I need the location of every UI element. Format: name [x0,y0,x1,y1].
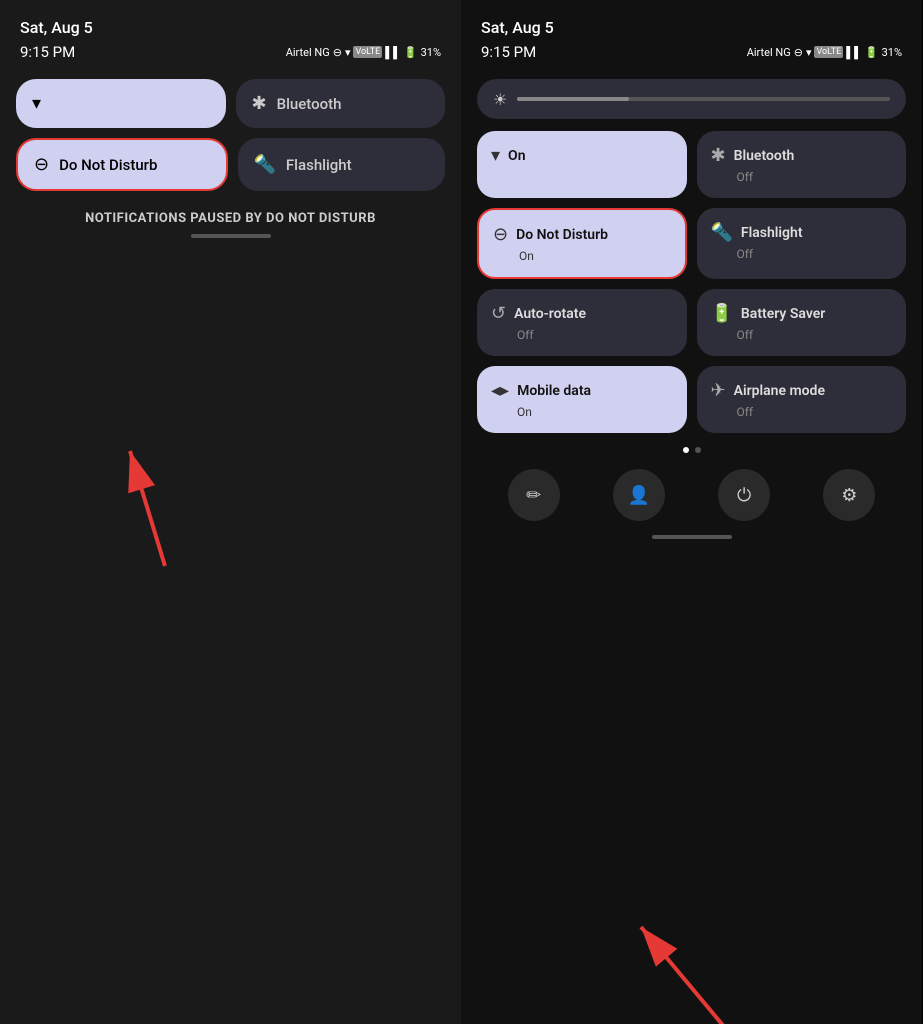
status-icons-left: Airtel NG ⊖ ▾ VoLTE ▌▌ 🔋 31% [286,46,441,59]
flashlight-tile-right[interactable]: 🔦 Flashlight Off [697,208,907,279]
settings-button[interactable]: ⚙ [823,469,875,521]
wifi-icon-r: ▾ [806,46,812,59]
user-button[interactable]: 👤 [613,469,665,521]
tiles-area-left: ▾ ✱ Bluetooth ⊖ Do Not Disturb 🔦 Flashli… [0,69,461,191]
bars-icon-r: ▌▌ [846,46,862,59]
battery-icon-left: 🔋 [404,46,418,59]
dnd-name-right: Do Not Disturb [516,227,608,243]
left-phone-panel: Sat, Aug 5 9:15 PM Airtel NG ⊖ ▾ VoLTE ▌… [0,0,461,1024]
battery-pct-right: 31% [882,46,902,59]
home-indicator-left [191,234,271,238]
mobile-data-icon-tile: ◂▸ [491,380,509,401]
wifi-tile-right[interactable]: ▾ On [477,131,687,198]
page-dots [461,447,922,453]
bars-icon: ▌▌ [385,46,401,59]
dnd-icon-left: ⊖ [34,154,49,175]
battery-pct-left: 31% [421,46,441,59]
signal-icon: ⊖ [333,46,342,59]
user-icon: 👤 [628,485,650,506]
brightness-track [517,97,890,101]
autorotate-tile-right[interactable]: ↺ Auto-rotate Off [477,289,687,356]
carrier-right: Airtel NG [747,46,791,59]
notifications-paused-text: NOTIFICATIONS PAUSED BY DO NOT DISTURB [0,211,461,226]
bluetooth-tile-right[interactable]: ✱ Bluetooth Off [697,131,907,198]
time-row-left: 9:15 PM Airtel NG ⊖ ▾ VoLTE ▌▌ 🔋 31% [0,41,461,69]
edit-button[interactable]: ✏ [508,469,560,521]
dnd-icon-tile: ⊖ [493,224,508,245]
battery-saver-status-right: Off [711,328,893,342]
volte-icon: VoLTE [353,46,382,58]
edit-icon: ✏ [526,485,541,506]
flashlight-name-right: Flashlight [741,225,803,241]
brightness-fill [517,97,629,101]
status-bar-right: Sat, Aug 5 [461,0,922,41]
volte-icon-r: VoLTE [814,46,843,58]
battery-saver-name-right: Battery Saver [741,306,825,322]
flashlight-status-right: Off [711,247,893,261]
wifi-name-right: On [508,148,525,164]
brightness-bar[interactable]: ☀ [477,79,906,119]
brightness-bar-container: ☀ [461,69,922,125]
date-left: Sat, Aug 5 [20,18,93,37]
bluetooth-name-right: Bluetooth [734,148,795,164]
airplane-status-right: Off [711,405,893,419]
dnd-tile-left[interactable]: ⊖ Do Not Disturb [16,138,228,191]
flashlight-icon-tile: 🔦 [711,222,733,243]
flashlight-tile-left[interactable]: 🔦 Flashlight [238,138,446,191]
power-button[interactable]: ⏻ [718,469,770,521]
right-phone-panel: Sat, Aug 5 9:15 PM Airtel NG ⊖ ▾ VoLTE ▌… [461,0,922,1024]
mobile-data-tile-right[interactable]: ◂▸ Mobile data On [477,366,687,433]
bluetooth-tile-left[interactable]: ✱ Bluetooth [236,79,446,128]
wifi-icon-status: ▾ [345,46,351,59]
wifi-tile-icon-left: ▾ [32,93,41,114]
bluetooth-label-left: Bluetooth [277,95,342,113]
mobile-data-name-right: Mobile data [517,383,591,399]
power-icon: ⏻ [737,485,751,506]
bottom-icons-row: ✏ 👤 ⏻ ⚙ [461,463,922,527]
wifi-tile-left[interactable]: ▾ [16,79,226,128]
arrow-left [0,226,461,1024]
dnd-label-left: Do Not Disturb [59,156,157,174]
airplane-tile-right[interactable]: ✈ Airplane mode Off [697,366,907,433]
airplane-name-right: Airplane mode [734,383,825,399]
dnd-status-right: On [493,249,671,263]
time-row-right: 9:15 PM Airtel NG ⊖ ▾ VoLTE ▌▌ 🔋 31% [461,41,922,69]
status-bar-left: Sat, Aug 5 [0,0,461,41]
bluetooth-icon-tile: ✱ [711,145,726,166]
home-indicator-right [652,535,732,539]
settings-icon: ⚙ [841,485,857,506]
autorotate-name-right: Auto-rotate [514,306,586,322]
bluetooth-status-right: Off [711,170,893,184]
dnd-tile-right[interactable]: ⊖ Do Not Disturb On [477,208,687,279]
mobile-data-status-right: On [491,405,673,419]
signal-icon-r: ⊖ [794,46,803,59]
tiles-row-2: ⊖ Do Not Disturb 🔦 Flashlight [16,138,445,191]
flashlight-icon-left: 🔦 [254,154,276,175]
brightness-icon: ☀ [493,90,507,109]
battery-saver-tile-right[interactable]: 🔋 Battery Saver Off [697,289,907,356]
tiles-grid-right: ▾ On ✱ Bluetooth Off ⊖ Do Not Disturb On… [461,125,922,433]
date-right: Sat, Aug 5 [481,18,554,37]
battery-icon-right: 🔋 [865,46,879,59]
tiles-row-1: ▾ ✱ Bluetooth [16,79,445,128]
status-icons-right: Airtel NG ⊖ ▾ VoLTE ▌▌ 🔋 31% [747,46,902,59]
time-right: 9:15 PM [481,43,536,61]
wifi-icon-tile: ▾ [491,145,500,166]
carrier-left: Airtel NG [286,46,330,59]
dot-2 [695,447,701,453]
dot-1 [683,447,689,453]
time-left: 9:15 PM [20,43,75,61]
bluetooth-icon-left: ✱ [252,93,267,114]
autorotate-icon-tile: ↺ [491,303,506,324]
battery-icon-tile: 🔋 [711,303,733,324]
airplane-icon-tile: ✈ [711,380,726,401]
autorotate-status-right: Off [491,328,673,342]
arrow-right [461,527,922,1024]
flashlight-label-left: Flashlight [286,156,352,174]
